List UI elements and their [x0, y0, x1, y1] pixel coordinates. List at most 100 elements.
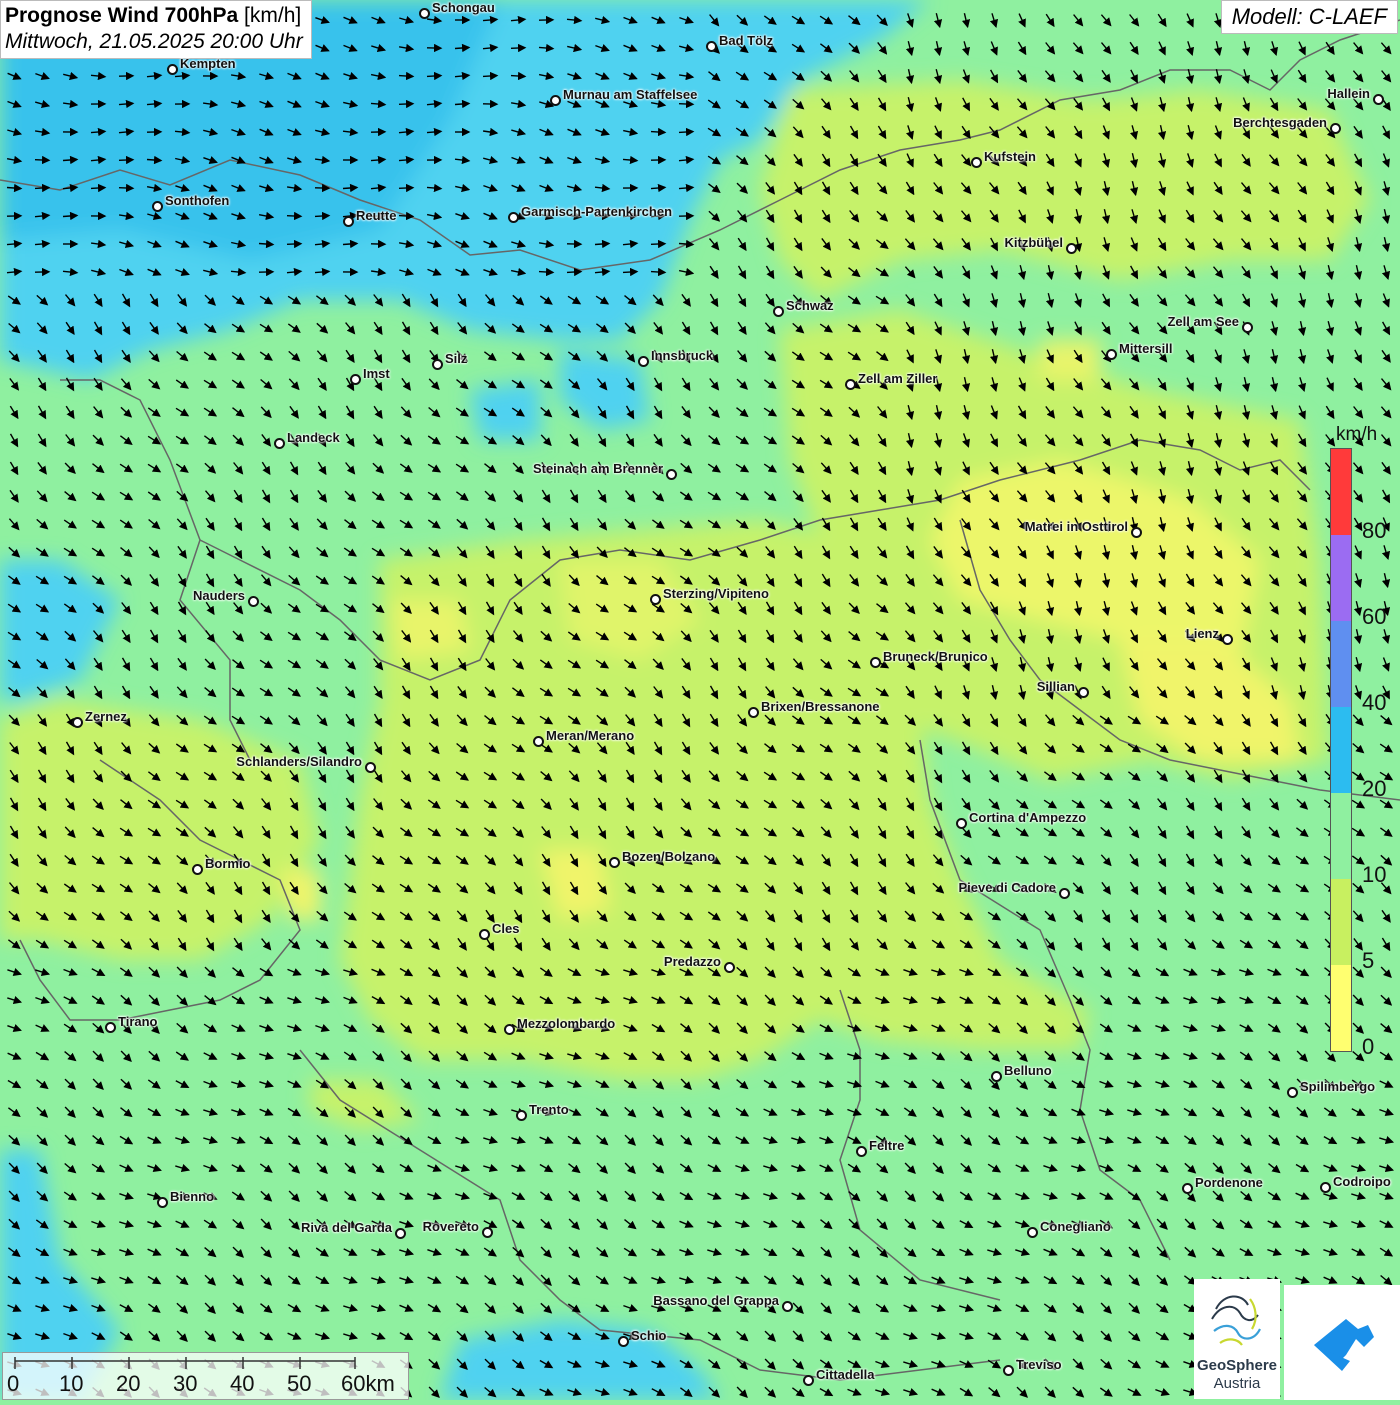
wind-arrow	[539, 272, 553, 273]
city-label: Mezzolombardo	[517, 1016, 615, 1031]
city-label: Bienno	[170, 1189, 214, 1204]
city-label: Zell am Ziller	[858, 371, 937, 386]
legend-tick-label: 5	[1362, 948, 1374, 974]
scale-label-0: 0	[7, 1371, 19, 1397]
scale-label-40: 40	[230, 1371, 254, 1397]
city-marker	[550, 95, 561, 106]
city-label: Pordenone	[1195, 1175, 1263, 1190]
city-marker	[419, 8, 430, 19]
city-marker	[845, 379, 856, 390]
title-box: Prognose Wind 700hPa [km/h] Mittwoch, 21…	[0, 0, 312, 59]
city-label: Zernez	[85, 709, 127, 724]
wind-arrow	[35, 160, 49, 161]
legend-tick-label: 10	[1362, 862, 1386, 888]
city-label: Innsbruck	[651, 348, 713, 363]
city-label: Meran/Merano	[546, 728, 634, 743]
city-label: Conegliano	[1040, 1219, 1111, 1234]
city-marker	[157, 1197, 168, 1208]
scale-label-10: 10	[59, 1371, 83, 1397]
city-marker	[1131, 527, 1142, 538]
city-label: Belluno	[1004, 1063, 1052, 1078]
city-marker	[1242, 322, 1253, 333]
wind-arrow	[679, 132, 693, 133]
city-marker	[870, 657, 881, 668]
city-label: Bozen/Bolzano	[622, 849, 715, 864]
wind-arrow	[119, 188, 133, 189]
forecast-datetime: Mittwoch, 21.05.2025 20:00 Uhr	[5, 30, 303, 54]
city-label: Schwaz	[786, 298, 834, 313]
city-marker	[167, 64, 178, 75]
wind-arrow	[679, 104, 693, 105]
city-marker	[724, 962, 735, 973]
city-label: Kitzbühel	[1005, 235, 1064, 250]
geosphere-logo-icon	[1194, 1279, 1280, 1359]
city-marker	[516, 1110, 527, 1121]
wind-arrow	[399, 104, 413, 105]
city-label: Cortina d'Ampezzo	[969, 810, 1086, 825]
city-label: Schlanders/Silandro	[236, 754, 362, 769]
geosphere-logo[interactable]: GeoSphere Austria	[1194, 1279, 1280, 1399]
city-label: Silz	[445, 351, 467, 366]
city-marker	[365, 762, 376, 773]
scale-label-50: 50	[287, 1371, 311, 1397]
city-label: Bassano del Grappa	[653, 1293, 779, 1308]
city-marker	[350, 374, 361, 385]
city-label: Sillian	[1037, 679, 1075, 694]
city-label: Spilimbergo	[1300, 1079, 1375, 1094]
city-label: Rovereto	[423, 1219, 479, 1234]
city-label: Mittersill	[1119, 341, 1172, 356]
city-marker	[650, 594, 661, 605]
city-label: Trento	[529, 1102, 569, 1117]
city-marker	[748, 707, 759, 718]
legend-tick-label: 0	[1362, 1034, 1374, 1060]
wind-arrow	[595, 244, 609, 245]
city-label: Matrei in Osttirol	[1025, 519, 1128, 534]
city-marker	[666, 469, 677, 480]
map-title: Prognose Wind 700hPa [km/h]	[5, 4, 303, 28]
city-label: Sonthofen	[165, 193, 229, 208]
city-marker	[856, 1146, 867, 1157]
city-marker	[1287, 1087, 1298, 1098]
wind-arrow	[511, 76, 525, 77]
city-marker	[971, 157, 982, 168]
city-label: Codroipo	[1333, 1174, 1391, 1189]
wind-arrow	[287, 244, 301, 245]
city-label: Schio	[631, 1328, 666, 1343]
city-marker	[609, 857, 620, 868]
legend-unit: km/h	[1336, 424, 1377, 446]
city-marker	[1222, 634, 1233, 645]
wind-arrow	[399, 216, 413, 217]
city-label: Garmisch-Partenkirchen	[521, 204, 672, 219]
city-label: Feltre	[869, 1138, 904, 1153]
city-marker	[105, 1022, 116, 1033]
city-label: Kempten	[180, 56, 236, 71]
wind-arrow	[315, 216, 329, 217]
wind-arrow	[35, 188, 49, 189]
city-marker	[706, 41, 717, 52]
wind-arrow	[399, 188, 413, 189]
city-label: Brixen/Bressanone	[761, 699, 880, 714]
city-marker	[803, 1375, 814, 1386]
wind-arrow	[483, 76, 497, 77]
city-label: Treviso	[1016, 1357, 1062, 1372]
logo-text-geosphere: GeoSphere	[1194, 1357, 1280, 1374]
city-label: Zell am See	[1167, 314, 1239, 329]
wind-arrow	[147, 160, 161, 161]
city-marker	[638, 356, 649, 367]
city-marker	[773, 306, 784, 317]
city-marker	[1003, 1365, 1014, 1376]
legend-tick-label: 80	[1362, 518, 1386, 544]
cloud-arrow-icon	[1284, 1285, 1400, 1400]
city-marker	[479, 929, 490, 940]
app-logo[interactable]	[1284, 1285, 1400, 1400]
legend-swatch	[1331, 965, 1351, 1051]
city-label: Hallein	[1327, 86, 1370, 101]
city-label: Bad Tölz	[719, 33, 773, 48]
city-label: Murnau am Staffelsee	[563, 87, 697, 102]
city-marker	[395, 1228, 406, 1239]
scale-label-20: 20	[116, 1371, 140, 1397]
city-label: Schongau	[432, 0, 495, 15]
city-label: Sterzing/Vipiteno	[663, 586, 769, 601]
city-marker	[1373, 94, 1384, 105]
city-label: Bormio	[205, 856, 251, 871]
